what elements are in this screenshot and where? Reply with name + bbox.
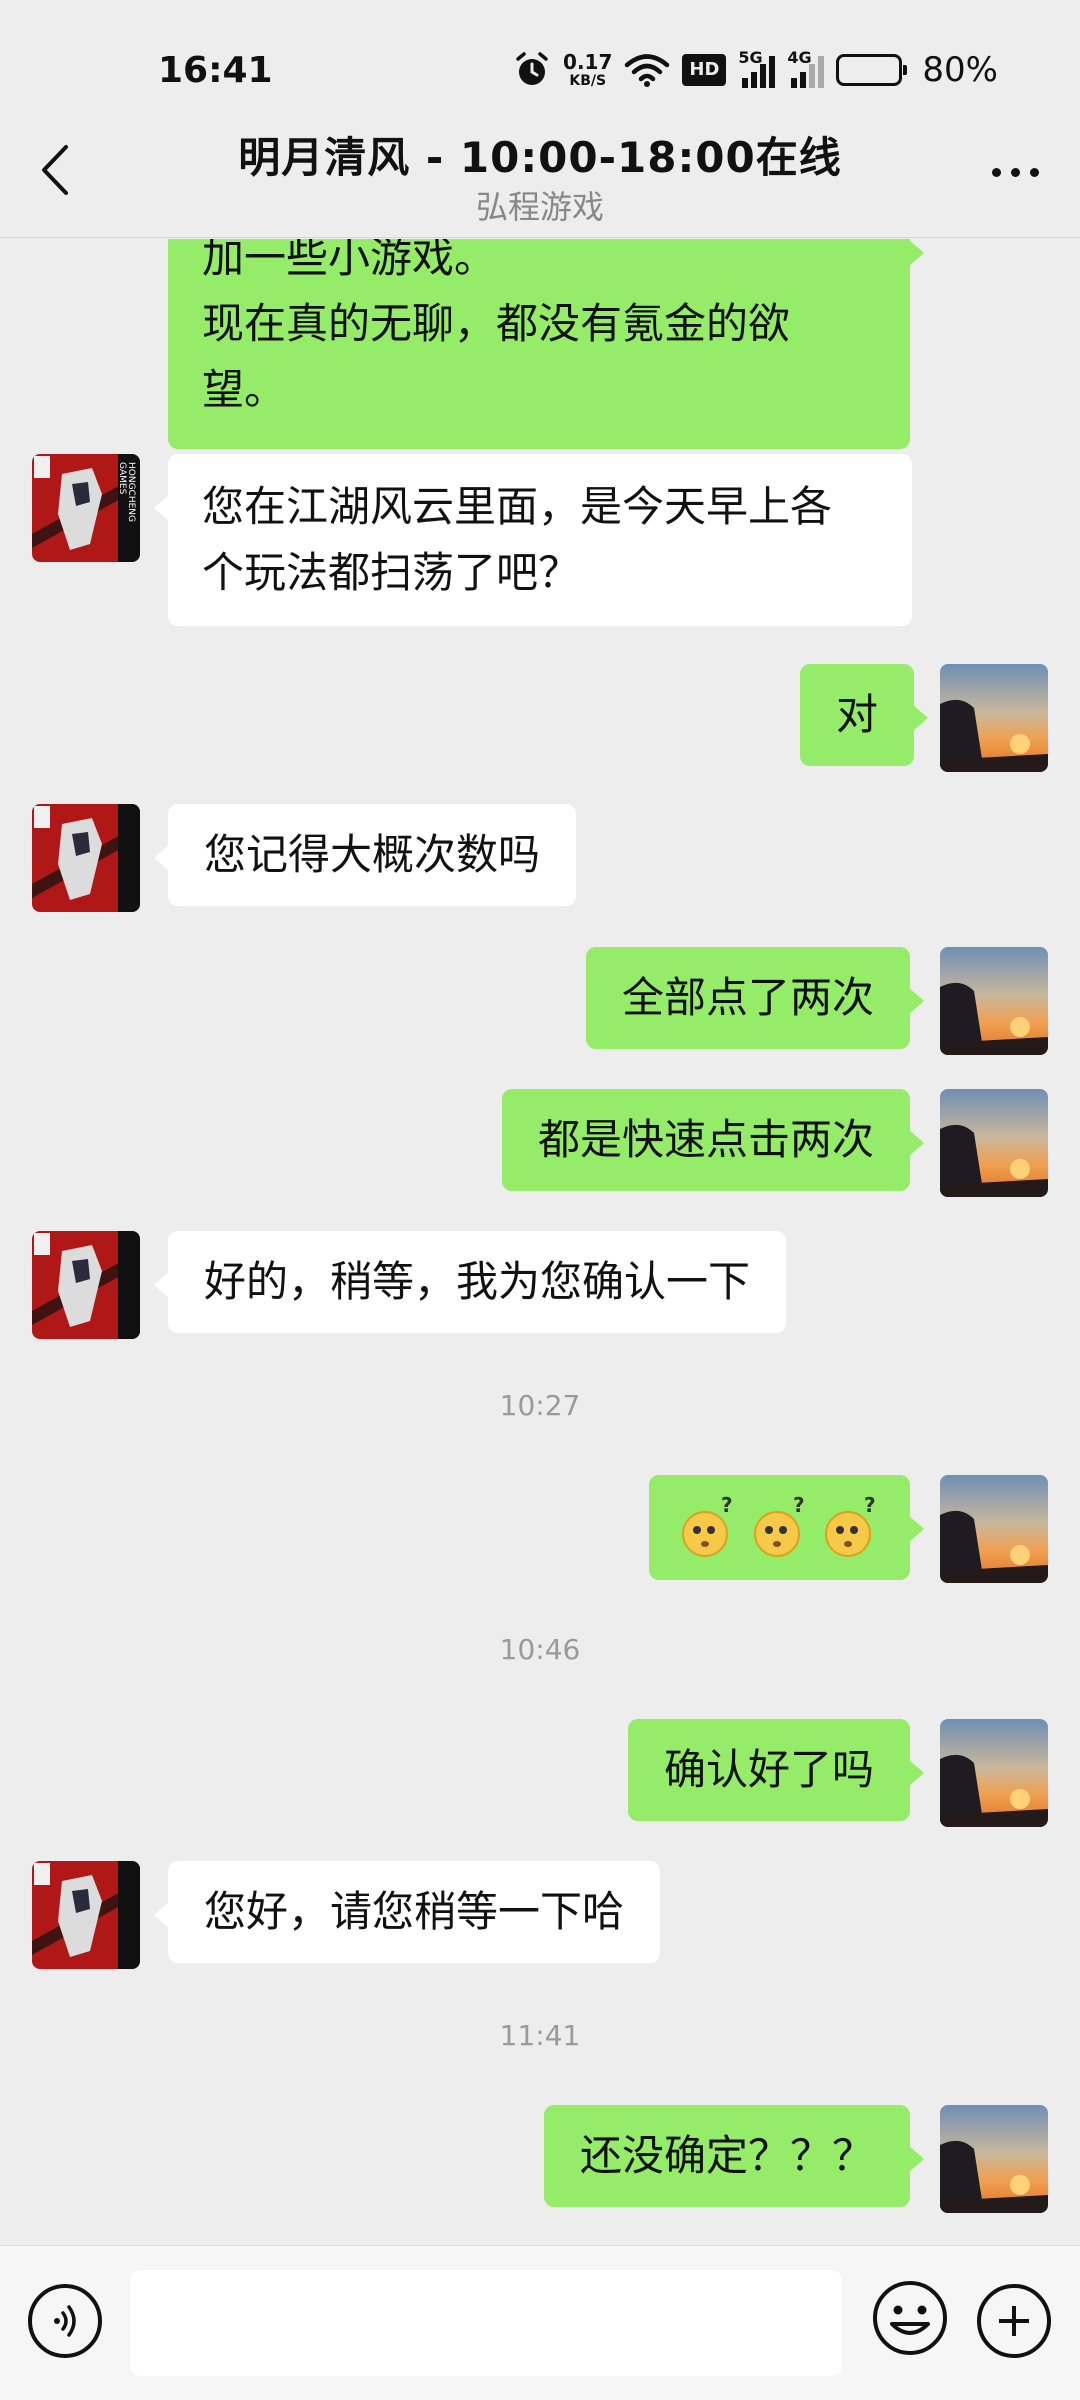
message-bubble-in[interactable]: 好的，稍等，我为您确认一下 bbox=[153, 1231, 787, 1333]
hongcheng-logo-image: HONGCHENG GAMES bbox=[32, 454, 140, 562]
chat-screen: 16:41 0.17 KB/S HD 5G 4G 80% 明月清风 - 10:0… bbox=[0, 0, 1080, 2400]
battery-percent: 80% bbox=[922, 50, 998, 90]
avatar-contact[interactable] bbox=[32, 804, 140, 912]
more-options-button[interactable] bbox=[980, 144, 1050, 200]
message-list[interactable]: 加一些小游戏。 现在真的无聊，都没有氪金的欲 望。 HONGCHENG GAME… bbox=[0, 239, 1080, 2245]
message-bubble-out[interactable]: 加一些小游戏。 现在真的无聊，都没有氪金的欲 望。 bbox=[168, 239, 924, 449]
avatar-self[interactable] bbox=[940, 947, 1048, 1055]
svg-text:?: ? bbox=[721, 1496, 733, 1517]
sunset-avatar-image bbox=[940, 664, 1048, 772]
message-line: 您在江湖风云里面，是今天早上各 bbox=[202, 482, 833, 531]
sunset-avatar-image bbox=[940, 2105, 1048, 2213]
confused-emoji-icon: ? bbox=[751, 1493, 809, 1562]
status-icons: 0.17 KB/S HD 5G 4G 80% bbox=[513, 46, 998, 94]
wifi-icon bbox=[624, 50, 670, 90]
hongcheng-logo-image bbox=[32, 804, 140, 912]
avatar-contact[interactable]: HONGCHENG GAMES bbox=[32, 454, 140, 562]
confused-emoji-icon: ? bbox=[679, 1493, 737, 1562]
avatar-self[interactable] bbox=[940, 1089, 1048, 1197]
net-speed-unit: KB/S bbox=[569, 73, 607, 89]
emoji-button[interactable] bbox=[870, 2278, 950, 2358]
hd-icon: HD bbox=[682, 50, 727, 90]
voice-input-button[interactable] bbox=[28, 2284, 102, 2358]
sunset-avatar-image bbox=[940, 1719, 1048, 1827]
message-line: 个玩法都扫荡了吧？ bbox=[202, 548, 581, 597]
avatar-contact[interactable] bbox=[32, 1861, 140, 1969]
avatar-self[interactable] bbox=[940, 1475, 1048, 1583]
status-time: 16:41 bbox=[158, 50, 273, 91]
message-line: 望。 bbox=[202, 365, 287, 414]
message-bubble-out[interactable]: ? ? ? bbox=[649, 1475, 924, 1580]
chat-subtitle: 弘程游戏 bbox=[475, 188, 604, 226]
signal-5g-icon: 5G bbox=[738, 48, 776, 88]
more-dot bbox=[991, 167, 1001, 177]
message-bubble-in[interactable]: 您在江湖风云里面，是今天早上各 个玩法都扫荡了吧？ bbox=[154, 454, 912, 626]
chat-header: 明月清风 - 10:00-18:00在线 弘程游戏 bbox=[0, 110, 1080, 238]
avatar-self[interactable] bbox=[940, 1719, 1048, 1827]
svg-text:?: ? bbox=[864, 1496, 876, 1517]
message-bubble-out[interactable]: 都是快速点击两次 bbox=[501, 1089, 925, 1191]
smiley-icon bbox=[873, 2281, 947, 2355]
more-actions-button[interactable] bbox=[977, 2284, 1051, 2358]
message-bubble-out[interactable]: 还没确定？？？ bbox=[543, 2105, 925, 2207]
battery-icon bbox=[836, 50, 908, 90]
more-dot bbox=[1029, 167, 1039, 177]
message-bubble-out[interactable]: 全部点了两次 bbox=[585, 947, 925, 1049]
avatar-self[interactable] bbox=[940, 664, 1048, 772]
signal-4g-icon: 4G bbox=[787, 48, 825, 88]
svg-text:GAMES: GAMES bbox=[117, 462, 127, 495]
net-speed: 0.17 KB/S bbox=[563, 50, 612, 90]
chat-title: 明月清风 - 10:00-18:00在线 bbox=[238, 133, 842, 182]
avatar-contact[interactable] bbox=[32, 1231, 140, 1339]
message-bubble-in[interactable]: 您好，请您稍等一下哈 bbox=[153, 1861, 661, 1963]
sunset-avatar-image bbox=[940, 947, 1048, 1055]
net-speed-value: 0.17 bbox=[563, 50, 613, 74]
message-input[interactable] bbox=[130, 2270, 842, 2376]
hongcheng-logo-image bbox=[32, 1231, 140, 1339]
more-dot bbox=[1010, 167, 1020, 177]
message-timestamp: 11:41 bbox=[499, 2019, 581, 2052]
message-bubble-in[interactable]: 您记得大概次数吗 bbox=[153, 804, 577, 906]
alarm-icon bbox=[513, 50, 551, 90]
sunset-avatar-image bbox=[940, 1089, 1048, 1197]
hongcheng-logo-image bbox=[32, 1861, 140, 1969]
voice-icon bbox=[54, 2305, 76, 2337]
message-line: 加一些小游戏。 bbox=[202, 239, 497, 282]
message-bubble-out[interactable]: 对 bbox=[800, 664, 929, 766]
message-timestamp: 10:46 bbox=[499, 1633, 581, 1666]
message-bubble-out[interactable]: 确认好了吗 bbox=[627, 1719, 925, 1821]
avatar-self[interactable] bbox=[940, 2105, 1048, 2213]
message-timestamp: 10:27 bbox=[499, 1389, 581, 1422]
svg-text:?: ? bbox=[793, 1496, 805, 1517]
confused-emoji-icon: ? bbox=[822, 1493, 880, 1562]
input-bar bbox=[0, 2245, 1080, 2400]
sunset-avatar-image bbox=[940, 1475, 1048, 1583]
message-line: 现在真的无聊，都没有氪金的欲 bbox=[202, 299, 791, 348]
